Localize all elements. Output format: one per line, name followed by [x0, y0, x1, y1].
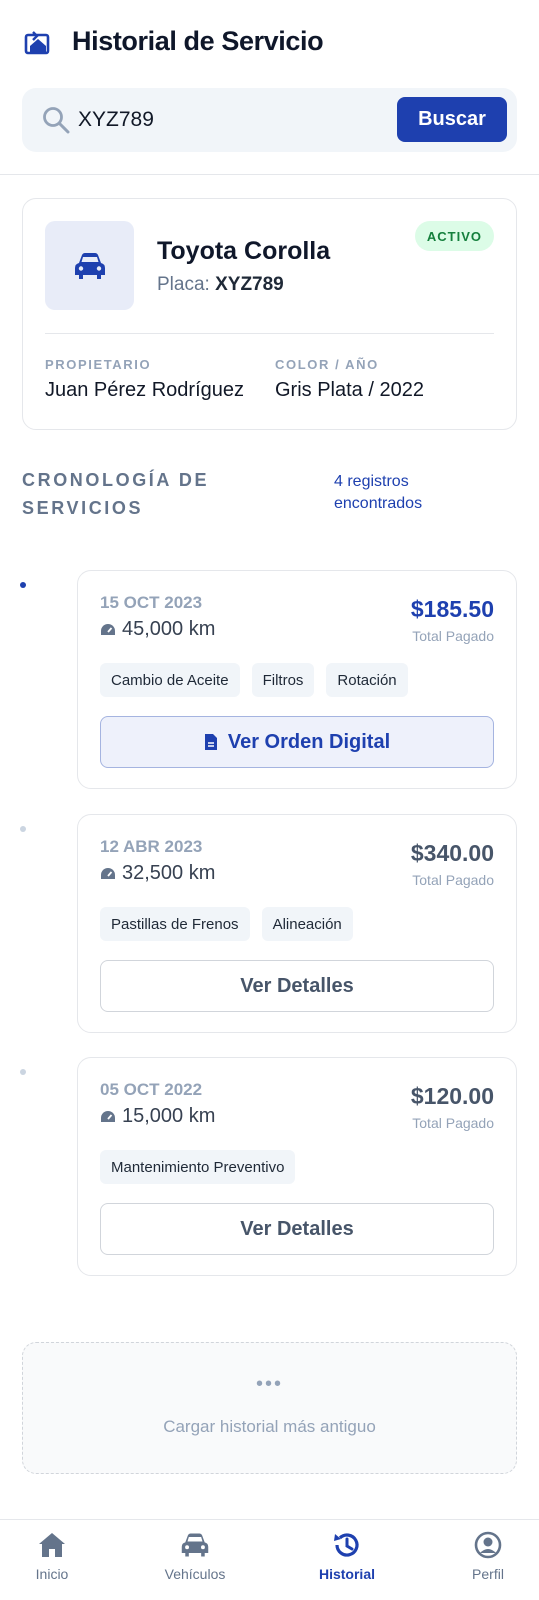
service-price: $185.50	[410, 596, 494, 622]
view-details-button[interactable]: Ver Detalles	[100, 1203, 494, 1255]
view-details-button[interactable]: Ver Detalles	[100, 960, 494, 1012]
nav-item-historial[interactable]: Historial	[297, 1530, 397, 1582]
bottom-navigation: Inicio Vehículos Historial Perfil	[0, 1519, 539, 1600]
service-tag: Filtros	[251, 663, 315, 697]
plate-search-input[interactable]	[78, 104, 398, 136]
view-digital-order-button[interactable]: Ver Orden Digital	[100, 716, 494, 768]
vehicle-name: Toyota Corolla	[157, 237, 331, 265]
car-icon	[181, 1533, 209, 1557]
speedometer-icon	[101, 1110, 115, 1122]
nav-item-inicio[interactable]: Inicio	[2, 1530, 102, 1582]
vehicle-avatar	[45, 221, 134, 310]
timeline-dot	[20, 582, 26, 588]
timeline-title: CRONOLOGÍA DE SERVICIOS	[22, 470, 210, 518]
view-digital-order-label: Ver Orden Digital	[227, 730, 391, 753]
nav-label: Inicio	[35, 1566, 69, 1582]
search-icon	[43, 107, 70, 134]
service-tag: Pastillas de Frenos	[100, 907, 250, 941]
service-price: $340.00	[410, 840, 494, 866]
plate-value: XYZ789	[215, 274, 284, 295]
mileage-value: 45,000 km	[122, 618, 216, 640]
service-date: 05 OCT 2022	[100, 1080, 203, 1099]
page-title: Historial de Servicio	[72, 26, 324, 56]
service-tag: Alineación	[261, 907, 353, 941]
load-older-history-button[interactable]: ••• Cargar historial más antiguo	[22, 1342, 517, 1474]
service-date: 15 OCT 2023	[100, 593, 203, 612]
load-older-history-label: Cargar historial más antiguo	[163, 1417, 376, 1436]
service-mileage: 32,500 km	[100, 862, 215, 885]
service-card: 12 ABR 2023 32,500 km $340.00 Total Paga…	[77, 814, 517, 1033]
service-tags: Pastillas de Frenos Alineación	[100, 907, 353, 941]
vehicle-card: Toyota Corolla Placa: XYZ789 ACTIVO PROP…	[22, 198, 517, 430]
app-header: Historial de Servicio Buscar	[0, 0, 539, 175]
owner-label: PROPIETARIO	[45, 357, 152, 372]
speedometer-icon	[101, 623, 115, 635]
owner-value: Juan Pérez Rodríguez	[45, 379, 245, 401]
records-count: 4 registros encontrados	[334, 473, 423, 512]
total-paid-label: Total Pagado	[412, 1115, 494, 1131]
service-card: 15 OCT 2023 45,000 km $185.50 Total Paga…	[77, 570, 517, 789]
home-icon	[39, 1533, 65, 1557]
color-year-value: Gris Plata / 2022	[275, 379, 424, 401]
service-tag: Rotación	[326, 663, 408, 697]
total-paid-label: Total Pagado	[412, 872, 494, 888]
vehicle-plate: Placa: XYZ789	[157, 274, 284, 296]
service-mileage: 45,000 km	[100, 618, 215, 641]
service-price: $120.00	[410, 1083, 494, 1109]
nav-label: Vehículos	[164, 1566, 226, 1582]
service-card: 05 OCT 2022 15,000 km $120.00 Total Paga…	[77, 1057, 517, 1276]
nav-item-vehiculos[interactable]: Vehículos	[145, 1530, 245, 1582]
service-tag: Cambio de Aceite	[100, 663, 240, 697]
profile-icon	[474, 1531, 502, 1559]
timeline-dot	[20, 826, 26, 832]
search-button[interactable]: Buscar	[397, 97, 507, 142]
service-mileage: 15,000 km	[100, 1105, 215, 1128]
nav-item-perfil[interactable]: Perfil	[438, 1530, 538, 1582]
speedometer-icon	[101, 867, 115, 879]
divider	[45, 333, 494, 334]
service-tags: Cambio de Aceite Filtros Rotación	[100, 663, 408, 697]
service-date: 12 ABR 2023	[100, 837, 203, 856]
history-icon	[334, 1533, 359, 1557]
color-year-label: COLOR / AÑO	[275, 357, 379, 372]
mileage-value: 32,500 km	[122, 862, 216, 884]
service-tags: Mantenimiento Preventivo	[100, 1150, 296, 1184]
nav-label: Perfil	[472, 1566, 504, 1582]
mileage-value: 15,000 km	[122, 1105, 216, 1127]
plate-label: Placa:	[157, 274, 210, 295]
car-icon	[74, 252, 105, 279]
more-dots-icon: •••	[255, 1373, 283, 1395]
service-history-logo-icon	[24, 31, 50, 55]
status-badge: ACTIVO	[414, 221, 494, 251]
document-icon	[204, 734, 217, 750]
nav-label: Historial	[318, 1566, 375, 1582]
search-bar: Buscar	[22, 88, 517, 152]
total-paid-label: Total Pagado	[412, 628, 494, 644]
timeline-dot	[20, 1069, 26, 1075]
service-tag: Mantenimiento Preventivo	[100, 1150, 296, 1184]
